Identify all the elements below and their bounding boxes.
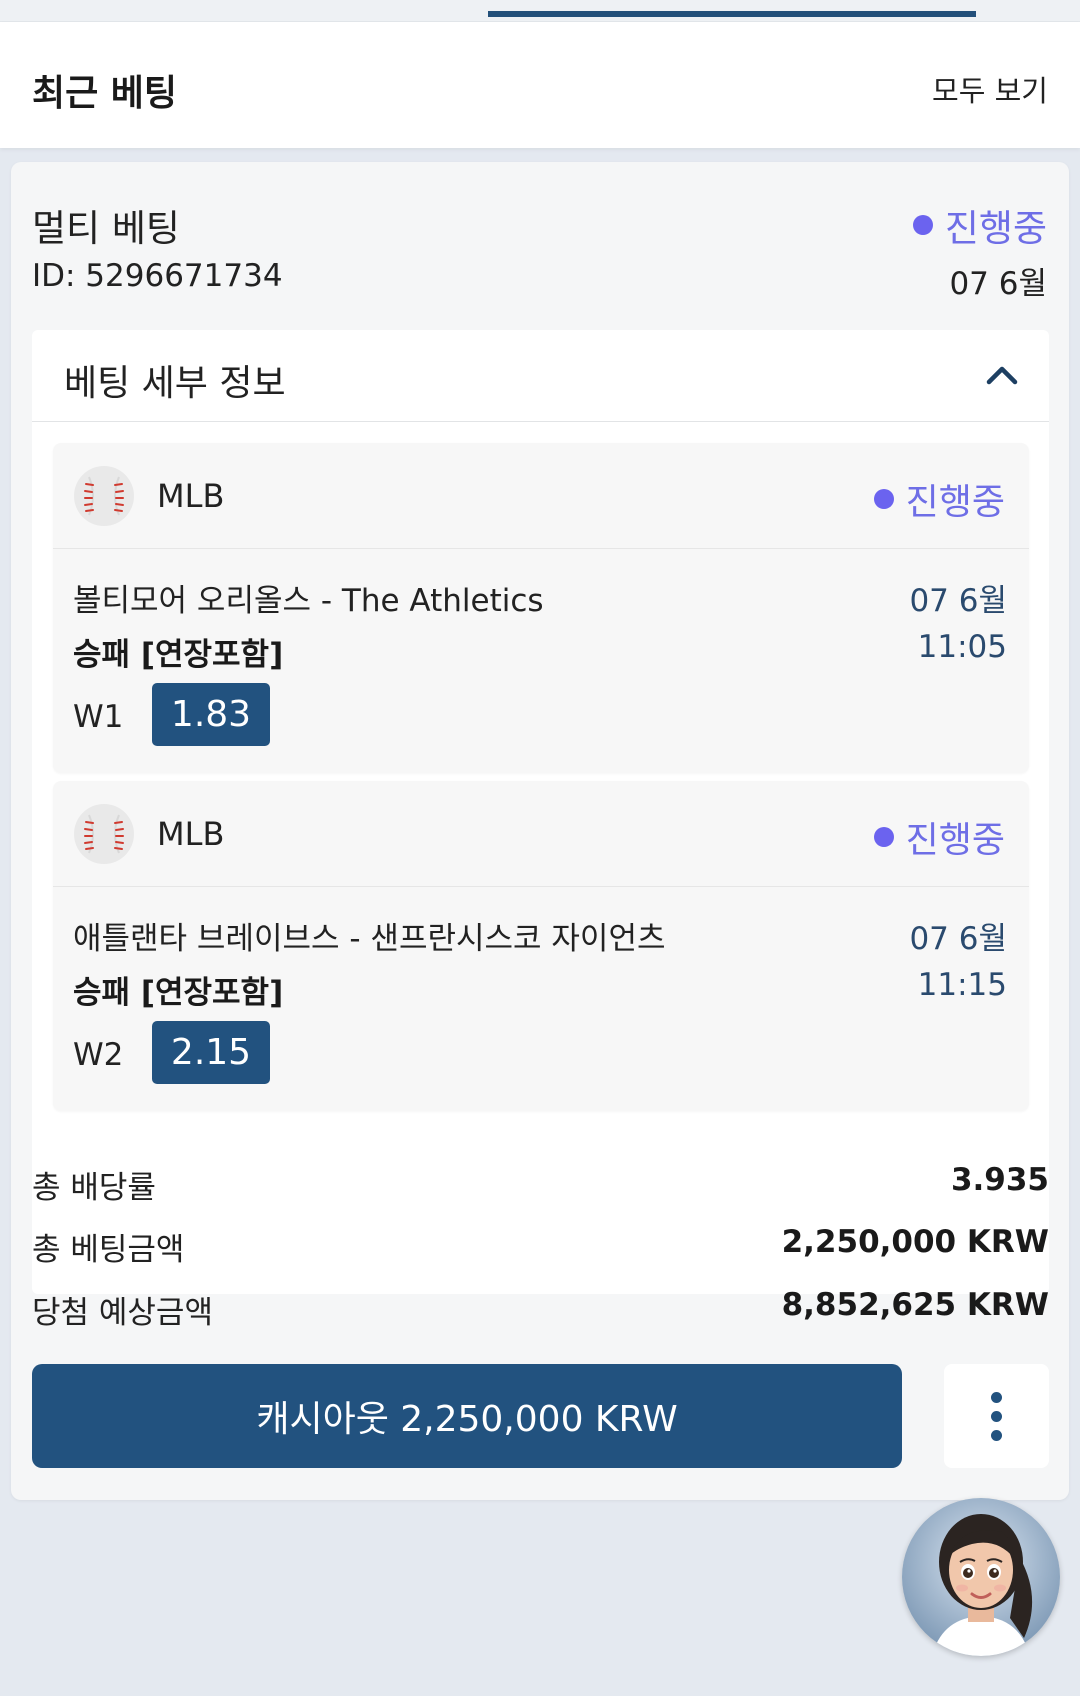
selection-status-badge: 진행중 bbox=[873, 473, 1005, 525]
match-time: 11:15 bbox=[917, 967, 1007, 1003]
summary-value: 2,250,000 KRW bbox=[781, 1224, 1049, 1260]
market-name: 승패 [연장포함] bbox=[73, 975, 284, 1011]
market-name: 승패 [연장포함] bbox=[73, 637, 284, 673]
page-title: 최근 베팅 bbox=[32, 73, 178, 114]
summary-label: 당첨 예상금액 bbox=[32, 1295, 213, 1331]
bet-type: 멀티 베팅 bbox=[32, 207, 180, 250]
bet-details-toggle[interactable]: 베팅 세부 정보 bbox=[32, 330, 1049, 422]
bet-details-panel: 베팅 세부 정보 MLB 진행중 볼티모어 오리올스 - The Athleti… bbox=[32, 330, 1049, 1294]
match-name: 볼티모어 오리올스 - The Athletics bbox=[73, 583, 544, 619]
summary-value: 3.935 bbox=[950, 1162, 1049, 1198]
baseball-icon bbox=[74, 804, 134, 864]
bet-card: 멀티 베팅 ID: 5296671734 진행중 07 6월 베팅 세부 정보 bbox=[11, 162, 1069, 1500]
selection-card: MLB 진행중 볼티모어 오리올스 - The Athletics 승패 [연장… bbox=[53, 443, 1029, 773]
bet-status-text: 진행중 bbox=[944, 207, 1047, 250]
pick-label: W2 bbox=[73, 1037, 124, 1073]
summary-value: 8,852,625 KRW bbox=[781, 1287, 1049, 1323]
selection-status-text: 진행중 bbox=[905, 482, 1005, 523]
odds-badge: 1.83 bbox=[152, 683, 270, 746]
selection-status-badge: 진행중 bbox=[873, 811, 1005, 863]
more-vertical-icon[interactable] bbox=[944, 1364, 1049, 1468]
summary-row-potential-win: 당첨 예상금액 8,852,625 KRW bbox=[32, 1287, 1049, 1335]
status-dot-icon bbox=[912, 215, 933, 235]
active-tab-indicator bbox=[488, 11, 976, 17]
bet-details-title: 베팅 세부 정보 bbox=[64, 363, 286, 404]
more-dot bbox=[991, 1429, 1002, 1441]
pick-label: W1 bbox=[73, 699, 124, 735]
summary-label: 총 배당률 bbox=[32, 1170, 156, 1206]
selection-status-text: 진행중 bbox=[905, 820, 1005, 861]
chevron-up-icon[interactable] bbox=[985, 360, 1019, 390]
odds-badge: 2.15 bbox=[152, 1021, 270, 1084]
selection-header: MLB 진행중 bbox=[53, 781, 1029, 887]
match-date: 07 6월 bbox=[909, 921, 1007, 957]
assistant-avatar-image bbox=[902, 1498, 1060, 1656]
match-time: 11:05 bbox=[917, 629, 1007, 665]
status-dot-icon bbox=[873, 489, 894, 509]
bet-date: 07 6월 bbox=[949, 266, 1047, 302]
status-dot-icon bbox=[873, 827, 894, 847]
top-tab-bar bbox=[0, 0, 1080, 22]
selection-header: MLB 진행중 bbox=[53, 443, 1029, 549]
summary-row-total-stake: 총 베팅금액 2,250,000 KRW bbox=[32, 1224, 1049, 1272]
match-date: 07 6월 bbox=[909, 583, 1007, 619]
bet-id: ID: 5296671734 bbox=[32, 258, 283, 294]
league-name: MLB bbox=[157, 477, 225, 515]
selection-card: MLB 진행중 애틀랜타 브레이브스 - 샌프란시스코 자이언츠 승패 [연장포… bbox=[53, 781, 1029, 1111]
assistant-avatar[interactable] bbox=[902, 1498, 1060, 1656]
more-dot bbox=[991, 1410, 1002, 1422]
league-name: MLB bbox=[157, 815, 225, 853]
baseball-icon bbox=[74, 466, 134, 526]
recent-bets-header: 최근 베팅 모두 보기 bbox=[0, 22, 1080, 148]
more-dot bbox=[991, 1391, 1002, 1403]
cashout-button[interactable]: 캐시아웃 2,250,000 KRW bbox=[32, 1364, 902, 1468]
view-all-link[interactable]: 모두 보기 bbox=[932, 68, 1048, 110]
match-name: 애틀랜타 브레이브스 - 샌프란시스코 자이언츠 bbox=[73, 921, 666, 957]
summary-row-total-odds: 총 배당률 3.935 bbox=[32, 1162, 1049, 1210]
bet-status-badge: 진행중 bbox=[912, 198, 1047, 252]
summary-label: 총 베팅금액 bbox=[32, 1232, 185, 1268]
